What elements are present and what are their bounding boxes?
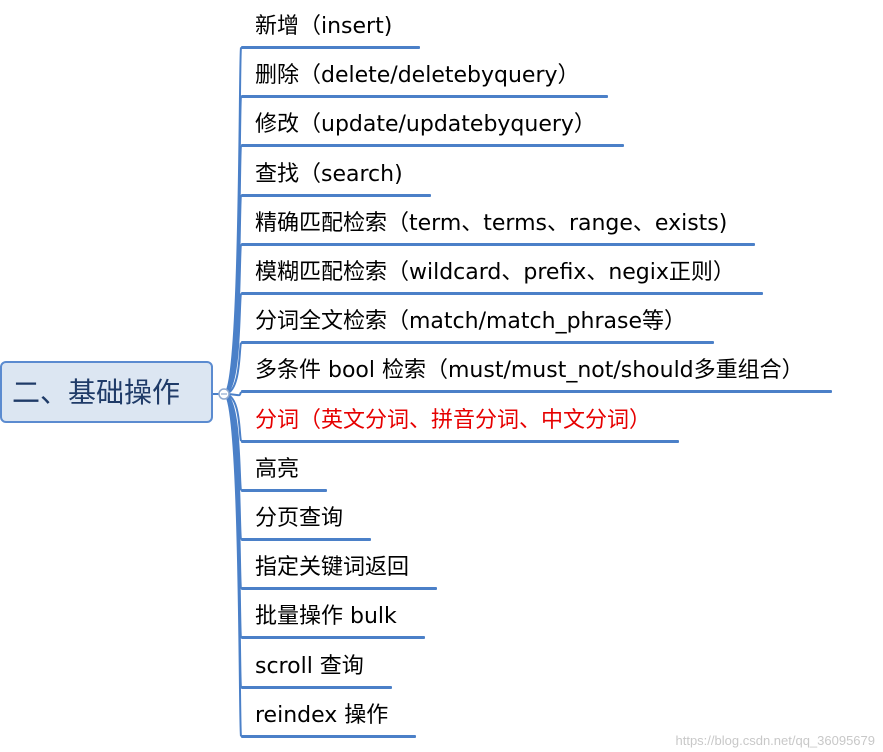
branch-topic[interactable]: 删除（delete/deletebyquery）	[241, 49, 608, 99]
branch-topic[interactable]: 精确匹配检索（term、terms、range、exists)	[241, 197, 755, 246]
branch-topic[interactable]: 高亮	[241, 443, 327, 492]
branch-topic-label: 高亮	[255, 456, 300, 482]
branch-topic[interactable]: 多条件 bool 检索（must/must_not/should多重组合）	[241, 344, 832, 394]
root-topic-label: 二、基础操作	[12, 376, 181, 409]
branch-topic-label: 删除（delete/deletebyquery）	[255, 63, 580, 89]
branch-topic-label: 精确匹配检索（term、terms、range、exists)	[255, 210, 728, 236]
branch-topic-label: 修改（update/updatebyquery）	[255, 112, 596, 138]
branch-topic[interactable]: reindex 操作	[241, 689, 416, 738]
branch-topic-label: 查找（search)	[255, 161, 403, 187]
branch-topic[interactable]: 新增（insert)	[241, 0, 420, 49]
branch-topic-label: 批量操作 bulk	[255, 604, 397, 630]
branch-topic-label: reindex 操作	[255, 702, 389, 728]
branch-topic[interactable]: 模糊匹配检索（wildcard、prefix、negix正则）	[241, 246, 763, 295]
branch-topic-label: 分词全文检索（match/match_phrase等）	[255, 309, 686, 335]
branch-topic[interactable]: 分词（英文分词、拼音分词、中文分词）	[241, 394, 679, 443]
branch-topic[interactable]: 分页查询	[241, 492, 371, 541]
branch-topic-label: 模糊匹配检索（wildcard、prefix、negix正则）	[255, 260, 735, 285]
branch-topic-label: 分页查询	[255, 506, 344, 531]
branch-topic-label: 分词（英文分词、拼音分词、中文分词）	[255, 407, 652, 433]
branch-topic[interactable]: 指定关键词返回	[241, 541, 437, 591]
branch-topic[interactable]: 修改（update/updatebyquery）	[241, 98, 624, 148]
branch-topic[interactable]: 查找（search)	[241, 148, 431, 197]
watermark: https://blog.csdn.net/qq_36095679	[675, 733, 876, 748]
branch-underline	[241, 734, 416, 738]
root-topic[interactable]: 二、基础操作	[0, 361, 213, 423]
branch-topic-label: 指定关键词返回	[255, 555, 410, 581]
branch-topic-label: scroll 查询	[255, 653, 364, 679]
branch-topic[interactable]: 批量操作 bulk	[241, 590, 425, 640]
branch-topic-label: 新增（insert)	[255, 14, 393, 39]
branch-topic[interactable]: scroll 查询	[241, 640, 392, 689]
branch-topic[interactable]: 分词全文检索（match/match_phrase等）	[241, 295, 714, 345]
branch-topic-label: 多条件 bool 检索（must/must_not/should多重组合）	[255, 358, 804, 384]
